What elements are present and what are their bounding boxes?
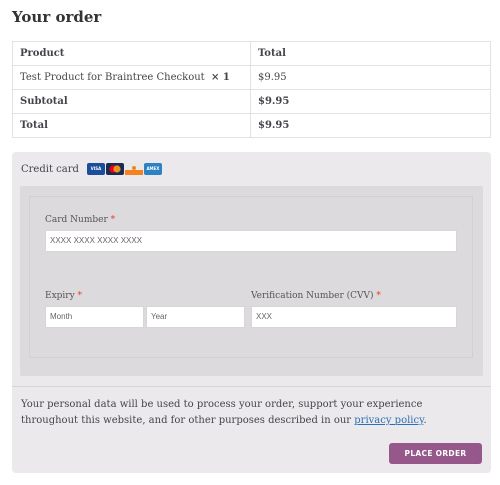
amex-card-icon: AMEX (143, 163, 162, 175)
payment-method-label: Credit card (21, 163, 79, 175)
privacy-notice: Your personal data will be used to proce… (21, 399, 427, 426)
expiry-year-field[interactable]: Year (146, 306, 245, 328)
product-column-header: Product (12, 41, 251, 66)
total-row: Total $9.95 (12, 113, 491, 138)
subtotal-value: $9.95 (250, 89, 491, 114)
product-total-cell: $9.95 (250, 65, 491, 90)
product-name-cell: Test Product for Braintree Checkout × 1 (12, 65, 251, 90)
mastercard-icon (105, 163, 124, 175)
cvv-field[interactable]: XXX (251, 306, 457, 328)
product-name: Test Product for Braintree Checkout (20, 72, 205, 83)
card-fields-container: Card Number * XXXX XXXX XXXX XXXX Expiry… (29, 196, 473, 358)
order-heading: Your order (12, 8, 102, 26)
subtotal-label: Subtotal (12, 89, 251, 114)
order-table: Product Total Test Product for Braintree… (12, 41, 491, 138)
payment-method-credit-card[interactable]: Credit card VISA AMEX (21, 163, 162, 175)
total-value: $9.95 (250, 113, 491, 138)
privacy-policy-link[interactable]: privacy policy (354, 415, 423, 426)
cvv-label: Verification Number (CVV) * (251, 291, 381, 301)
expiry-label: Expiry * (45, 291, 83, 301)
expiry-month-field[interactable]: Month (45, 306, 144, 328)
table-header-row: Product Total (12, 41, 491, 66)
subtotal-row: Subtotal $9.95 (12, 89, 491, 114)
payment-panel: Credit card VISA AMEX Card Number * XXXX… (12, 152, 491, 473)
discover-card-icon (124, 163, 143, 175)
visa-card-icon: VISA (86, 163, 105, 175)
divider (12, 386, 491, 387)
product-quantity: × 1 (211, 72, 230, 83)
place-order-button[interactable]: PLACE ORDER (389, 443, 482, 464)
card-details-box: Card Number * XXXX XXXX XXXX XXXX Expiry… (20, 186, 483, 376)
table-row: Test Product for Braintree Checkout × 1 … (12, 65, 491, 90)
total-label: Total (12, 113, 251, 138)
card-number-label: Card Number * (45, 215, 116, 225)
total-column-header: Total (250, 41, 491, 66)
card-number-field[interactable]: XXXX XXXX XXXX XXXX (45, 230, 457, 252)
card-icons: VISA AMEX (86, 163, 162, 175)
